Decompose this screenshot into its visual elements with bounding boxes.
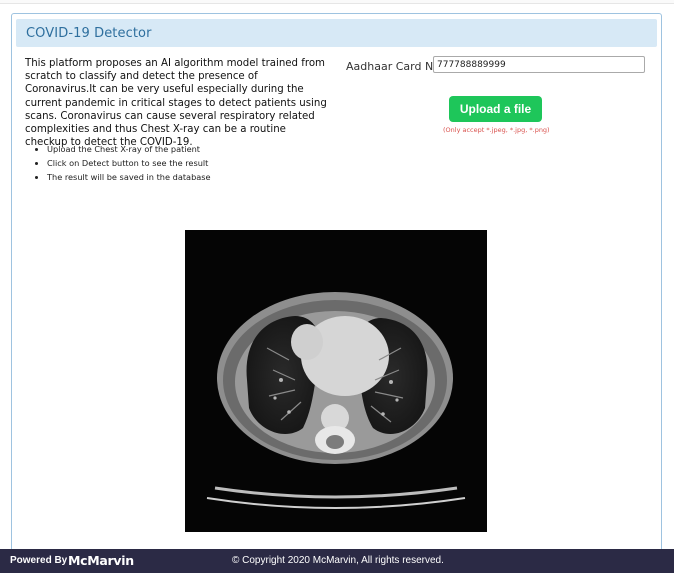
list-item: Click on Detect button to see the result [47,156,347,170]
list-item: The result will be saved in the database [47,170,347,184]
upload-file-button[interactable]: Upload a file [449,96,542,122]
panel-heading: COVID-19 Detector [16,19,657,47]
aadhaar-label: Aadhaar Card No.: [346,60,447,73]
instructions-list: Upload the Chest X-ray of the patient Cl… [47,142,347,184]
detector-panel: COVID-19 Detector This platform proposes… [11,13,662,558]
chest-scan-image [185,230,487,532]
footer: Powered By McMarvin © Copyright 2020 McM… [0,549,674,573]
top-divider [0,0,674,4]
copyright-text: © Copyright 2020 McMarvin, All rights re… [232,555,444,566]
ct-scan-graphic [206,292,466,509]
description-text: This platform proposes an AI algorithm m… [25,58,327,149]
aadhaar-input[interactable] [433,56,645,73]
brand-logo[interactable]: McMarvin [68,553,134,568]
page-title: COVID-19 Detector [26,26,152,41]
list-item: Upload the Chest X-ray of the patient [47,142,347,156]
accepted-formats-note: (Only accept *.jpeg, *.jpg, *.png) [443,126,550,134]
powered-by-label: Powered By [10,555,68,566]
